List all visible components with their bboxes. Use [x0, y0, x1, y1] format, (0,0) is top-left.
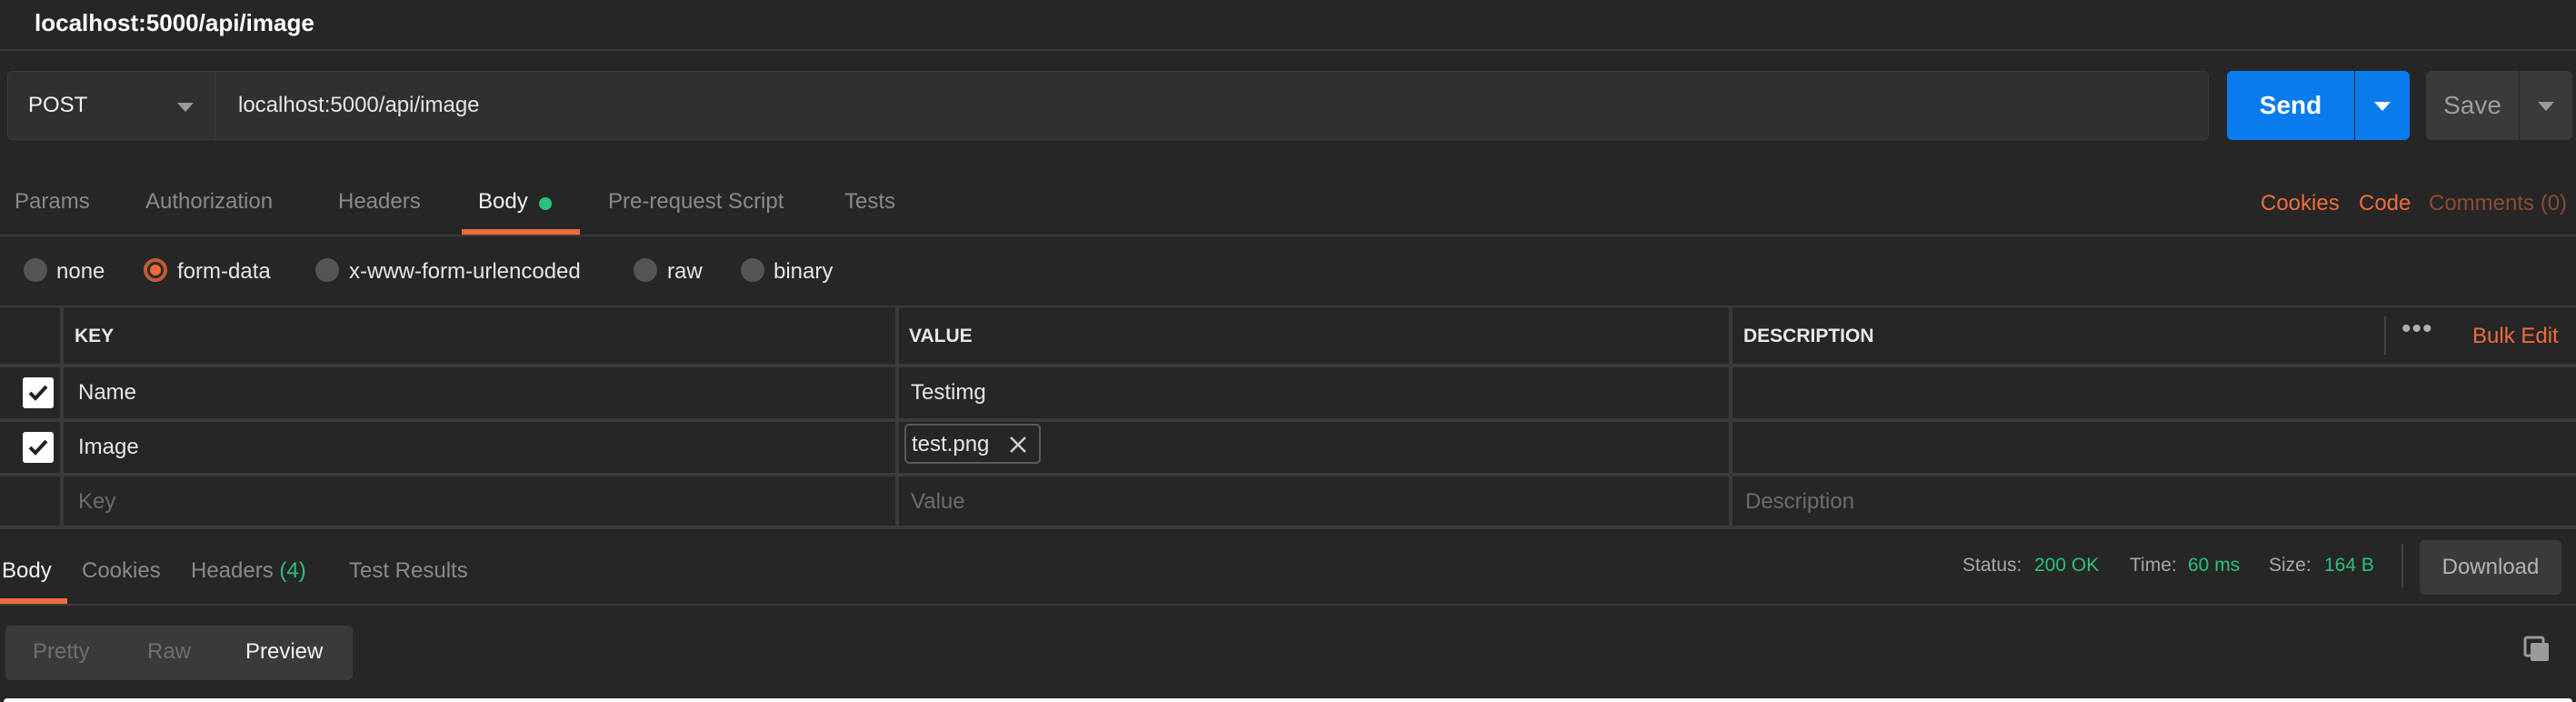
title-bar: localhost:5000/api/image [0, 0, 2576, 51]
response-preview-pane [4, 698, 2572, 702]
body-type-selector: none form-data x-www-form-urlencoded raw… [0, 236, 2576, 307]
tab-params[interactable]: Params [15, 189, 90, 215]
radio-label-x-www-form-urlencoded[interactable]: x-www-form-urlencoded [349, 259, 581, 285]
row-divider [0, 418, 2576, 422]
radio-label-raw[interactable]: raw [667, 259, 703, 285]
row-key[interactable]: Name [78, 380, 136, 406]
chevron-down-icon [177, 103, 194, 112]
radio-label-form-data[interactable]: form-data [177, 259, 271, 285]
code-link[interactable]: Code [2359, 191, 2411, 216]
response-tab-test-results[interactable]: Test Results [349, 558, 468, 584]
send-options-button[interactable] [2355, 71, 2410, 140]
column-header-value: VALUE [909, 326, 973, 346]
size-value: 164 B [2324, 555, 2374, 576]
url-input[interactable] [216, 71, 2209, 140]
view-mode-toggle: Pretty Raw Preview [5, 626, 353, 680]
new-description-input[interactable]: Description [1745, 489, 1854, 515]
time-label: Time: [2130, 555, 2177, 576]
header-separator [2384, 316, 2386, 355]
view-mode-raw[interactable]: Raw [147, 639, 191, 665]
response-bar: Body Cookies Headers (4) Test Results St… [0, 529, 2576, 606]
radio-none[interactable] [24, 258, 47, 282]
checkmark-icon [28, 439, 48, 456]
close-icon[interactable] [1008, 435, 1028, 455]
save-options-button[interactable] [2520, 71, 2572, 140]
radio-label-binary[interactable]: binary [774, 259, 833, 285]
response-tab-body[interactable]: Body [2, 558, 52, 584]
status-label: Status: [1962, 555, 2022, 576]
active-tab-underline [462, 229, 580, 235]
chevron-down-icon [2538, 102, 2554, 111]
form-data-table: KEY VALUE DESCRIPTION ••• Bulk Edit Name… [0, 307, 2576, 529]
row-key[interactable]: Image [78, 435, 139, 460]
radio-form-data[interactable] [144, 258, 167, 282]
column-header-description: DESCRIPTION [1743, 326, 1874, 346]
tab-tests[interactable]: Tests [844, 189, 895, 215]
copy-icon[interactable] [2522, 635, 2551, 664]
tab-authorization[interactable]: Authorization [145, 189, 273, 215]
response-tab-cookies[interactable]: Cookies [82, 558, 161, 584]
row-value[interactable]: Testimg [911, 380, 986, 406]
row-checkbox[interactable] [23, 377, 54, 408]
response-view-row: Pretty Raw Preview [0, 606, 2576, 702]
radio-x-www-form-urlencoded[interactable] [315, 258, 339, 282]
tab-body[interactable]: Body [478, 189, 528, 215]
tab-headers[interactable]: Headers [338, 189, 421, 215]
chevron-down-icon [2374, 102, 2391, 111]
ellipsis-icon[interactable]: ••• [2401, 316, 2433, 343]
radio-label-none[interactable]: none [56, 259, 105, 285]
file-name: test.png [912, 432, 990, 456]
radio-raw[interactable] [634, 258, 657, 282]
download-button[interactable]: Download [2420, 540, 2561, 595]
request-url-row: POST Send Save [0, 51, 2576, 162]
method-select[interactable]: POST [7, 71, 216, 140]
request-tabs: Params Authorization Headers Body Pre-re… [0, 162, 2576, 236]
save-button[interactable]: Save [2426, 71, 2519, 140]
comments-link[interactable]: Comments (0) [2429, 191, 2567, 216]
view-mode-preview[interactable]: Preview [245, 639, 323, 665]
download-separator [2401, 544, 2403, 587]
response-tab-headers[interactable]: Headers (4) [191, 558, 306, 584]
body-indicator-dot [539, 197, 552, 210]
new-value-input[interactable]: Value [911, 489, 965, 515]
active-tab-underline [0, 598, 67, 604]
row-checkbox[interactable] [23, 432, 54, 463]
window-title: localhost:5000/api/image [35, 9, 315, 36]
cookies-link[interactable]: Cookies [2261, 191, 2340, 216]
checkmark-icon [28, 385, 48, 401]
file-chip: test.png [904, 424, 1041, 464]
row-divider [0, 364, 2576, 367]
status-value: 200 OK [2034, 555, 2100, 576]
method-label: POST [28, 93, 88, 117]
column-header-key: KEY [75, 326, 115, 346]
new-key-input[interactable]: Key [78, 489, 115, 515]
send-button[interactable]: Send [2227, 71, 2354, 140]
tab-pre-request-script[interactable]: Pre-request Script [608, 189, 784, 215]
bulk-edit-link[interactable]: Bulk Edit [2472, 324, 2559, 349]
row-divider [0, 473, 2576, 476]
size-label: Size: [2269, 555, 2311, 576]
radio-binary[interactable] [741, 258, 764, 282]
response-tab-headers-label: Headers [191, 558, 274, 583]
view-mode-pretty[interactable]: Pretty [33, 639, 90, 665]
time-value: 60 ms [2188, 555, 2241, 576]
headers-count: (4) [279, 558, 306, 583]
